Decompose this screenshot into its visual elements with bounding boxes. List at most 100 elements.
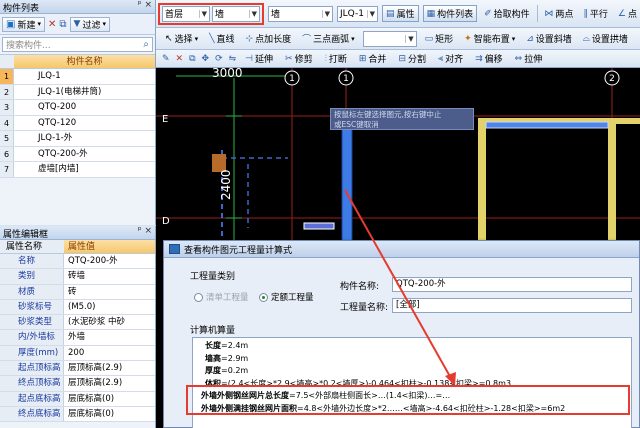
component-name-cell[interactable]: JLQ-1(电梯井筒) (14, 85, 155, 100)
point-add-length-label: 点加长度 (255, 35, 292, 45)
floor-select[interactable]: 首层 ▼ (162, 5, 210, 22)
component-select[interactable]: JLQ-1 ▼ (336, 5, 379, 22)
component-name-cell[interactable]: QTQ-200 (14, 100, 155, 115)
delete-icon[interactable]: ✕ (48, 19, 56, 30)
property-row[interactable]: 名称 QTQ-200-外 (0, 254, 155, 270)
property-value[interactable]: 层底标高(0) (64, 406, 155, 422)
pen-icon[interactable]: ✎ (162, 54, 170, 64)
property-value[interactable]: 层底标高(0) (64, 391, 155, 406)
category-select[interactable]: 墙 ▼ (212, 5, 260, 22)
chevron-down-icon: ▾ (351, 34, 355, 43)
component-name-cell[interactable]: JLQ-1 (14, 69, 155, 84)
component-name-cell[interactable]: QTQ-120 (14, 116, 155, 131)
point-angle-button[interactable]: ∠ 点 (615, 5, 640, 22)
property-editor-panel: 属性编辑框 ᵖ × 属性名称 属性值 名称 QTQ-200-外 类别 砖墙 材质砖 … (0, 226, 156, 428)
line-button[interactable]: ╲ 直线 (206, 30, 237, 47)
trim-label: 修剪 (294, 55, 313, 65)
property-name: 砂浆类型 (0, 315, 64, 330)
property-value[interactable]: 层顶标高(2.9) (64, 376, 155, 391)
table-row[interactable]: 1 JLQ-1 (0, 69, 155, 85)
rotate-icon[interactable]: ⟳ (215, 54, 223, 64)
property-row[interactable]: 终点顶标高 层顶标高(2.9) (0, 376, 155, 392)
set-slope-wall-button[interactable]: ⊿ 设置斜墙 (523, 30, 575, 47)
split-button[interactable]: ⊟ 分割 (395, 50, 429, 67)
component-name-cell[interactable]: 虚墙[内墙] (14, 162, 155, 177)
property-value[interactable]: QTQ-200-外 (64, 254, 155, 269)
move-icon[interactable]: ✥ (202, 54, 210, 64)
pin-close-icon[interactable]: ᵖ × (138, 0, 152, 10)
quantity-name-select[interactable]: [全部] (392, 298, 632, 313)
table-row[interactable]: 2 JLQ-1(电梯井筒) (0, 84, 155, 100)
new-component-button[interactable]: ▣ 新建 ▾ (2, 16, 45, 32)
copy-icon[interactable]: ⧉ (59, 19, 66, 30)
property-row[interactable]: 材质砖 (0, 284, 155, 300)
property-name: 终点底标高 (0, 406, 64, 422)
property-value[interactable]: 砖 (64, 284, 155, 299)
filter-button[interactable]: ▼ 过滤 ▾ (69, 16, 110, 32)
property-value-header: 属性值 (64, 240, 155, 253)
tooltip-line-2: 或ESC键取消 (334, 119, 379, 129)
point-add-length-button[interactable]: ⊹ 点加长度 (243, 30, 295, 47)
table-row[interactable]: 7 虚墙[内墙] (0, 162, 155, 178)
stretch-button[interactable]: ⇔ 拉伸 (512, 50, 546, 67)
rectangle-button[interactable]: ▭ 矩形 (422, 30, 457, 47)
merge-button[interactable]: ⊞ 合并 (356, 50, 390, 67)
component-name-cell[interactable]: JLQ-1-外 (14, 131, 155, 146)
property-row[interactable]: 类别 砖墙 (0, 269, 155, 285)
component-name-cell[interactable]: QTQ-200-外 (14, 147, 155, 162)
component-list-button-label: 构件列表 (437, 10, 474, 20)
property-value[interactable]: 外墙 (64, 330, 155, 345)
dialog-title-bar[interactable]: 查看构件图元工程量计算式 (164, 241, 639, 258)
three-point-arc-button[interactable]: ⌒ 三点画弧 ▾ (299, 30, 358, 47)
type-select[interactable]: 墙 ▼ (268, 5, 333, 22)
arc-mode-select[interactable]: ▼ (362, 30, 417, 47)
align-icon: ⫷ (438, 53, 444, 64)
component-search-input[interactable]: 搜索构件... ⌕ (2, 37, 153, 52)
break-label: 打断 (328, 55, 347, 65)
table-row[interactable]: 5 JLQ-1-外 (0, 131, 155, 147)
property-row[interactable]: 砂浆类型 (水泥砂浆 中砂 (0, 315, 155, 331)
radio-list-quantity[interactable]: 清单工程量 (194, 291, 249, 303)
property-value[interactable]: 层顶标高(2.9) (64, 361, 155, 376)
component-list-toggle-button[interactable]: ▦ 构件列表 (422, 5, 478, 22)
mirror-icon[interactable]: ⇋ (229, 54, 237, 64)
smart-layout-button[interactable]: ✦ 智能布置 ▾ (461, 30, 518, 47)
table-row[interactable]: 6 QTQ-200-外 (0, 146, 155, 162)
copy-icon[interactable]: ⧉ (189, 54, 195, 64)
pin-close-icon[interactable]: ᵖ × (138, 226, 152, 236)
extend-button[interactable]: ⊣ 延伸 (242, 50, 276, 67)
table-row[interactable]: 4 QTQ-120 (0, 115, 155, 131)
row-number: 1 (0, 69, 14, 84)
delete-icon[interactable]: ✕ (176, 54, 184, 64)
property-row[interactable]: 起点底标高 层底标高(0) (0, 391, 155, 407)
search-icon[interactable]: ⌕ (143, 39, 149, 50)
property-row[interactable]: 内/外墙标 外墙 (0, 330, 155, 346)
three-point-arc-label: 三点画弧 (313, 35, 350, 45)
offset-button[interactable]: ⇉ 偏移 (472, 50, 506, 67)
filter-icon: ▼ (73, 19, 81, 29)
property-row[interactable]: 砂浆标号 (M5.0) (0, 299, 155, 316)
select-button[interactable]: ↖ 选择 ▾ (162, 30, 201, 47)
two-point-button[interactable]: ⋈ 两点 (541, 5, 576, 22)
property-value[interactable]: 砖墙 (64, 269, 155, 284)
property-row[interactable]: 起点顶标高 层顶标高(2.9) (0, 361, 155, 377)
trim-button[interactable]: ✂ 修剪 (282, 50, 316, 67)
table-row[interactable]: 3 QTQ-200 (0, 100, 155, 116)
break-button[interactable]: ⫶ 打断 (322, 50, 350, 67)
property-row[interactable]: 终点底标高 层底标高(0) (0, 406, 155, 423)
property-row[interactable]: 厚度(mm) 200 (0, 345, 155, 362)
property-icon: ▤ (386, 8, 395, 19)
align-button[interactable]: ⫷ 对齐 (435, 50, 466, 67)
set-arch-wall-button[interactable]: ⌓ 设置拱墙 (580, 30, 631, 47)
row-number: 7 (0, 162, 14, 177)
property-toggle-button[interactable]: ▤ 属性 (382, 5, 419, 22)
property-value[interactable]: (水泥砂浆 中砂 (64, 315, 155, 330)
property-value[interactable]: (M5.0) (64, 299, 155, 315)
property-value[interactable]: 200 (64, 345, 155, 361)
offset-label: 偏移 (484, 55, 503, 65)
component-name-column-header[interactable]: 构件名称 (14, 55, 155, 68)
radio-quota-quantity[interactable]: 定额工程量 (259, 291, 314, 303)
pick-component-button[interactable]: ✐ 拾取构件 (481, 5, 533, 22)
component-name-field[interactable]: QTQ-200-外 (392, 277, 632, 292)
parallel-button[interactable]: ∥ 平行 (580, 5, 611, 22)
